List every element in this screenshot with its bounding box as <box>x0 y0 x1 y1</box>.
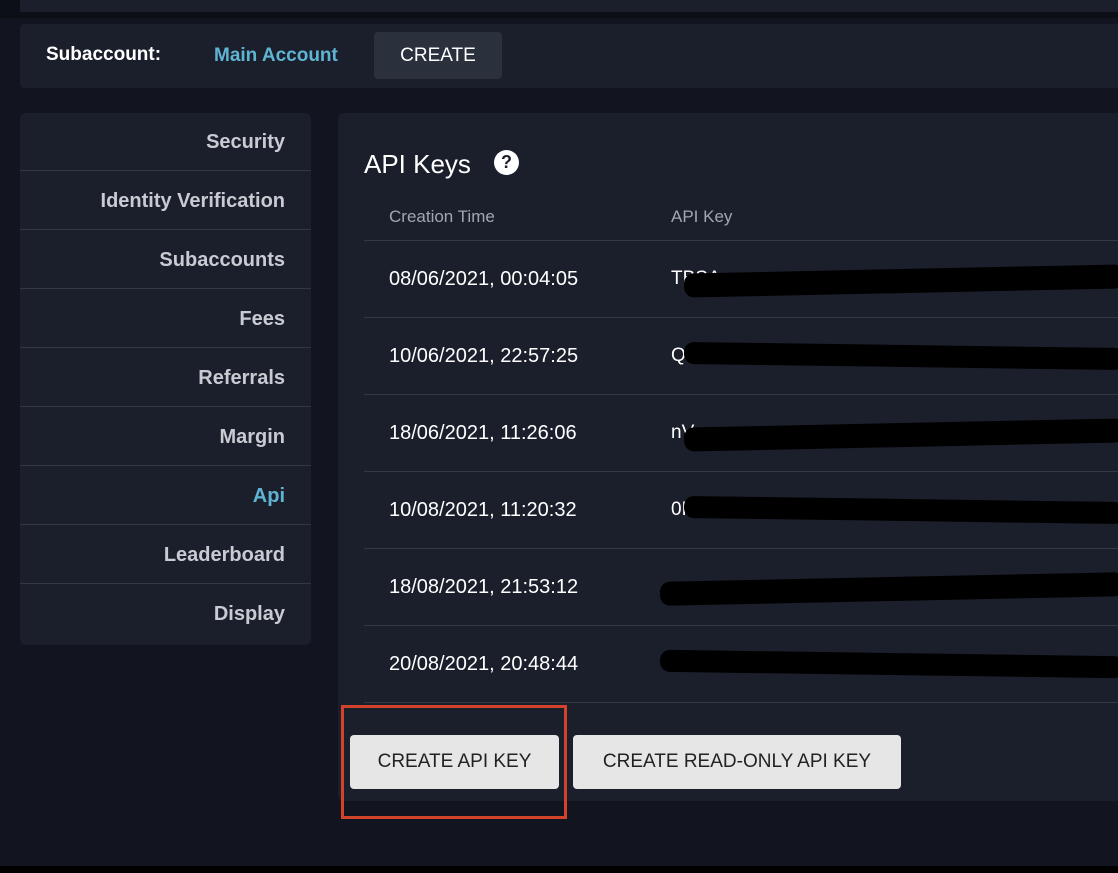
redaction-mark <box>683 418 1118 452</box>
subaccount-bar: Subaccount: Main Account CREATE <box>20 24 1118 88</box>
api-keys-panel: API Keys ? Creation Time API Key 08/06/2… <box>338 113 1118 801</box>
subaccount-label: Subaccount: <box>46 44 162 65</box>
table-row: 10/08/2021, 11:20:32 0R <box>364 472 1118 549</box>
column-header-api-key: API Key <box>671 207 733 226</box>
creation-time-cell: 18/08/2021, 21:53:12 <box>389 576 579 598</box>
top-strip <box>0 0 1118 18</box>
table-row: 18/08/2021, 21:53:12 <box>364 549 1118 626</box>
table-row: 10/06/2021, 22:57:25 QYk <box>364 318 1118 395</box>
table-row: 08/06/2021, 00:04:05 TBSA <box>364 241 1118 318</box>
redaction-mark <box>683 341 1118 371</box>
redaction-mark <box>659 649 1118 679</box>
create-subaccount-button[interactable]: CREATE <box>374 32 502 79</box>
column-header-creation-time: Creation Time <box>389 207 495 226</box>
sidebar-item-fees[interactable]: Fees <box>20 290 311 348</box>
sidebar-item-leaderboard[interactable]: Leaderboard <box>20 526 311 584</box>
create-read-only-api-key-button[interactable]: CREATE READ-ONLY API KEY <box>573 735 901 789</box>
main-account-link[interactable]: Main Account <box>214 45 338 67</box>
table-row: 20/08/2021, 20:48:44 <box>364 626 1118 703</box>
help-icon[interactable]: ? <box>494 150 519 175</box>
bottom-strip <box>0 866 1118 873</box>
sidebar-item-subaccounts[interactable]: Subaccounts <box>20 231 311 289</box>
sidebar-item-referrals[interactable]: Referrals <box>20 349 311 407</box>
settings-sidebar: Security Identity Verification Subaccoun… <box>20 113 311 645</box>
creation-time-cell: 08/06/2021, 00:04:05 <box>389 268 579 290</box>
creation-time-cell: 18/06/2021, 11:26:06 <box>389 422 577 444</box>
sidebar-item-identity-verification[interactable]: Identity Verification <box>20 172 311 230</box>
top-strip-panel <box>20 0 1118 12</box>
redaction-mark <box>659 572 1118 606</box>
create-api-key-button[interactable]: CREATE API KEY <box>350 735 559 789</box>
creation-time-cell: 10/06/2021, 22:57:25 <box>389 345 579 367</box>
sidebar-item-security[interactable]: Security <box>20 113 311 171</box>
sidebar-item-api[interactable]: Api <box>20 467 311 525</box>
table-row: 18/06/2021, 11:26:06 nV <box>364 395 1118 472</box>
sidebar-item-margin[interactable]: Margin <box>20 408 311 466</box>
creation-time-cell: 20/08/2021, 20:48:44 <box>389 653 579 675</box>
redaction-mark <box>683 264 1118 298</box>
creation-time-cell: 10/08/2021, 11:20:32 <box>389 499 577 521</box>
page-title: API Keys <box>364 149 471 179</box>
sidebar-item-display[interactable]: Display <box>20 585 311 643</box>
redaction-mark <box>683 495 1118 525</box>
